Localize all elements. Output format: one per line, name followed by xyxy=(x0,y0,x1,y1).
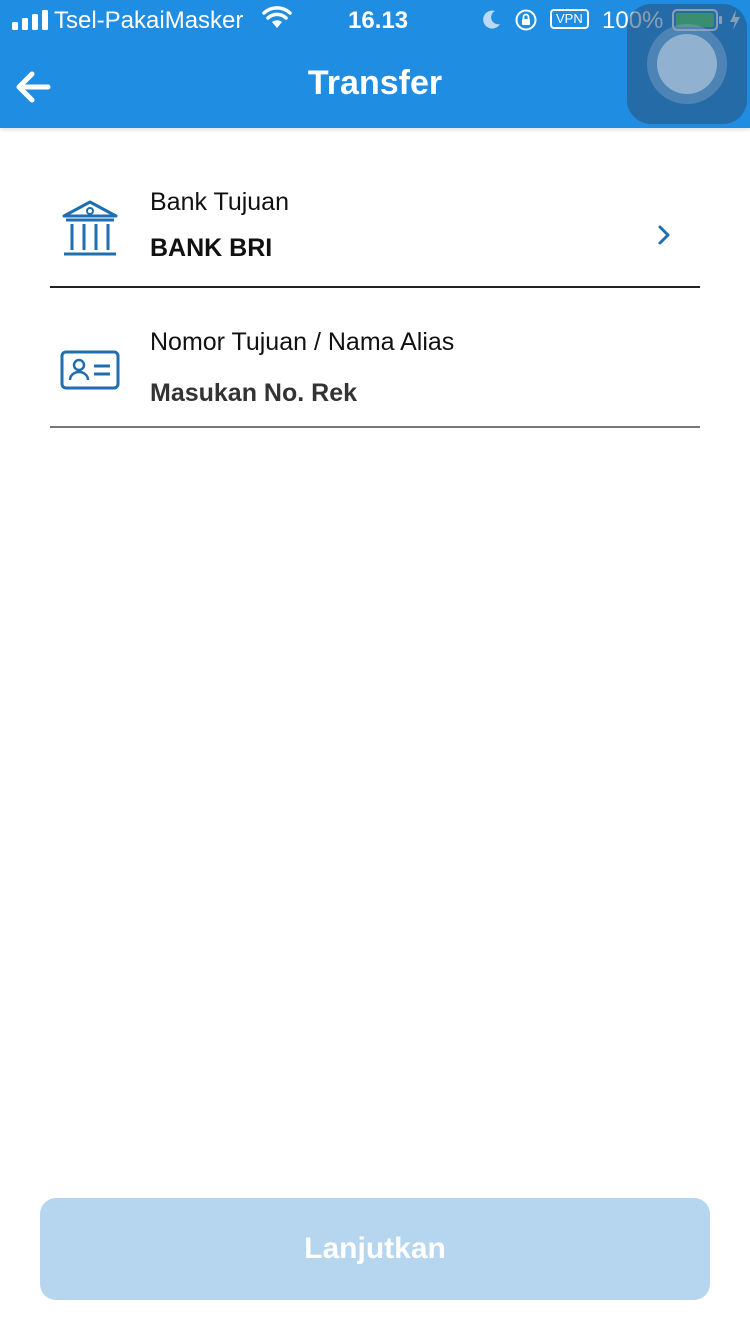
bank-field-value: BANK BRI xyxy=(150,234,273,262)
app-header: Tsel-PakaiMasker 16.13 VPN 100% xyxy=(0,0,750,128)
bank-field-label: Bank Tujuan xyxy=(150,188,289,216)
assistive-touch-center xyxy=(657,34,717,94)
wifi-icon xyxy=(262,6,292,28)
account-field-label: Nomor Tujuan / Nama Alias xyxy=(150,328,455,356)
signal-icon xyxy=(12,10,48,30)
chevron-right-icon xyxy=(658,225,670,245)
account-number-input[interactable]: Masukan No. Rek xyxy=(150,379,357,408)
carrier-name: Tsel-PakaiMasker xyxy=(54,7,244,34)
rotation-lock-icon xyxy=(515,9,537,31)
clock-time: 16.13 xyxy=(348,7,409,34)
moon-icon xyxy=(483,10,500,29)
id-card-icon xyxy=(60,350,120,390)
assistive-touch-button[interactable] xyxy=(627,4,747,124)
continue-button[interactable]: Lanjutkan xyxy=(40,1198,710,1300)
bank-select-row[interactable]: Bank Tujuan BANK BRI xyxy=(50,148,700,288)
account-number-row[interactable]: Nomor Tujuan / Nama Alias Masukan No. Re… xyxy=(50,288,700,428)
bank-icon xyxy=(62,200,118,256)
vpn-badge: VPN xyxy=(550,9,589,29)
